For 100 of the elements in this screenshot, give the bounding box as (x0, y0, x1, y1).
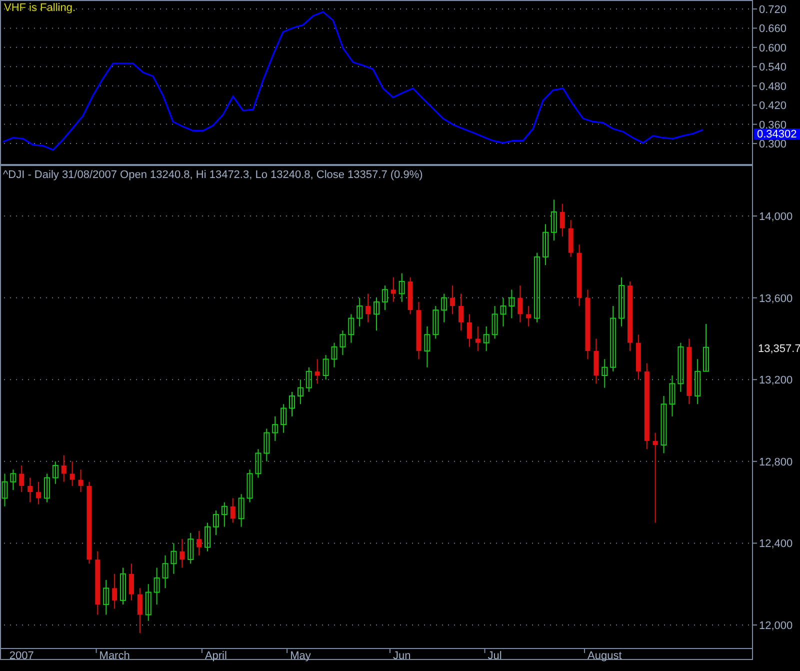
axis-tick-label: 13,600 (759, 292, 793, 305)
candlestick (322, 354, 329, 380)
candlestick (154, 567, 160, 606)
candlestick (78, 469, 84, 493)
date-axis-label: Jun (392, 650, 411, 662)
candlestick (576, 244, 582, 306)
candlestick (694, 358, 701, 405)
candlestick (416, 301, 422, 360)
axis-tick-label: 12,000 (759, 620, 793, 632)
candlestick (230, 498, 236, 524)
candlestick (526, 305, 532, 327)
date-axis-label: Jul (488, 650, 502, 662)
candlestick (534, 252, 540, 323)
candlestick (297, 379, 304, 405)
axis-tick-label: 0.600 (759, 42, 787, 54)
candlestick (458, 293, 464, 332)
axis-tick-label: 12,400 (759, 538, 793, 550)
candlestick (19, 464, 24, 493)
axis-tick-label: 0.720 (759, 4, 787, 16)
date-axis-label: May (290, 650, 311, 662)
candlestick (137, 588, 142, 634)
candlestick (703, 323, 710, 372)
candlestick (128, 563, 134, 601)
candlestick (610, 305, 616, 372)
candlestick (52, 460, 58, 484)
candlestick (466, 314, 472, 348)
candlestick (382, 285, 388, 311)
candlestick (180, 538, 185, 568)
date-axis-label: 2007 (9, 650, 34, 662)
axis-tick-label: 0.300 (759, 138, 787, 151)
candlestick (398, 272, 405, 302)
candlestick (112, 573, 118, 610)
candlestick (518, 285, 523, 323)
last-close-label: 13,357.7 (758, 343, 800, 355)
candlestick (560, 203, 565, 237)
candlestick (618, 276, 625, 327)
candlestick (424, 326, 430, 368)
date-axis-label: April (204, 650, 227, 662)
candlestick (212, 510, 219, 536)
candlestick (10, 469, 16, 491)
indicator-status: VHF is Falling. (4, 2, 76, 14)
candlestick (432, 305, 439, 340)
candlestick (162, 554, 168, 589)
date-axis-label: August (588, 650, 622, 662)
candlestick (356, 297, 363, 327)
candlestick (61, 454, 66, 482)
candlestick (483, 326, 490, 352)
candlestick (441, 293, 448, 323)
candlestick (374, 297, 380, 332)
candlestick (660, 395, 667, 454)
candlestick (450, 285, 456, 315)
candlestick (170, 542, 177, 574)
candlestick (636, 334, 641, 380)
candlestick (280, 404, 287, 434)
candlestick (508, 289, 515, 319)
candlestick (408, 276, 413, 315)
candlestick (550, 199, 557, 242)
candlestick (366, 293, 371, 323)
candlestick (221, 502, 228, 528)
candlestick (678, 342, 684, 392)
candlestick (306, 366, 312, 392)
candlestick (2, 473, 8, 507)
candlestick (145, 584, 152, 622)
candlestick (196, 530, 202, 556)
candlestick (348, 314, 354, 344)
last-value-badge: 0.34302 (754, 128, 800, 140)
candlestick (188, 532, 194, 564)
candlestick (28, 477, 33, 503)
candlestick (204, 522, 210, 552)
date-axis-label: March (99, 650, 130, 662)
axis-tick-label: 0.660 (759, 23, 787, 36)
candlestick (120, 567, 126, 606)
candlestick (585, 289, 590, 360)
axis-tick-label: 0.540 (759, 62, 787, 74)
candlestick (686, 338, 692, 405)
candlestick (36, 481, 42, 505)
candlestick (492, 305, 498, 340)
candlestick (103, 580, 110, 616)
candlestick (255, 448, 262, 478)
candlestick (568, 220, 574, 258)
candlestick (669, 375, 676, 417)
candlestick (500, 297, 506, 327)
axis-tick-label: 0.480 (759, 80, 787, 93)
candlestick (542, 224, 548, 266)
axis-tick-label: 12,800 (759, 456, 793, 468)
candlestick (390, 276, 396, 302)
candlestick (70, 460, 75, 486)
price-caption: ^DJI - Daily 31/08/2007 Open 13240.8, Hi 13472.3, Lo 13240.8, Close 13357.7 (0.9%) (3, 169, 423, 181)
candlestick (44, 473, 50, 503)
candlestick (594, 338, 599, 384)
candlestick (627, 280, 632, 352)
candlestick (238, 494, 244, 528)
candlestick (340, 330, 346, 356)
axis-tick-label: 14,000 (759, 211, 793, 223)
candlestick (331, 342, 338, 368)
candlestick (602, 358, 608, 388)
candlestick (314, 358, 320, 384)
candlestick (289, 391, 295, 417)
candlestick (475, 326, 480, 352)
candlestick (272, 416, 278, 442)
